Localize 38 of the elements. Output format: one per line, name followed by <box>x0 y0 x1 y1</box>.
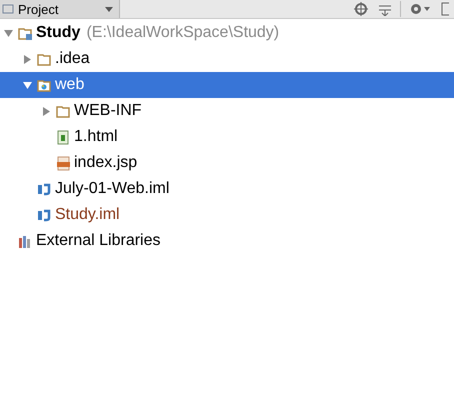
item-label: index.jsp <box>74 154 138 172</box>
folder-icon <box>56 104 71 118</box>
tree-item[interactable]: Study.iml <box>0 202 454 228</box>
expanded-arrow-icon[interactable] <box>4 28 12 38</box>
item-label: Study.iml <box>55 206 120 224</box>
html-file-icon <box>56 130 71 144</box>
crosshair-icon[interactable] <box>354 2 368 16</box>
item-label: 1.html <box>74 128 118 146</box>
gear-icon[interactable] <box>409 2 431 16</box>
hide-icon[interactable] <box>441 2 449 16</box>
caret-icon <box>105 6 113 12</box>
module-file-icon <box>37 182 52 196</box>
collapsed-arrow-icon[interactable] <box>22 54 32 64</box>
module-file-icon <box>37 208 52 222</box>
tree-item[interactable]: July-01-Web.iml <box>0 176 454 202</box>
books-icon <box>18 234 33 248</box>
project-icon <box>2 4 14 14</box>
path-hint: (E:\IdealWorkSpace\Study) <box>86 24 280 42</box>
item-label: .idea <box>55 50 90 68</box>
view-dropdown[interactable]: Project <box>0 0 120 18</box>
tree-item[interactable]: web <box>0 72 454 98</box>
tree-item[interactable]: WEB-INF <box>0 98 454 124</box>
item-label: web <box>55 76 84 94</box>
item-label: July-01-Web.iml <box>55 180 170 198</box>
item-label: External Libraries <box>36 232 160 250</box>
module-folder-icon <box>18 26 33 40</box>
tree-item[interactable]: External Libraries <box>0 228 454 254</box>
tree-item[interactable]: Study (E:\IdealWorkSpace\Study) <box>0 20 454 46</box>
tree-item[interactable]: 1.html <box>0 124 454 150</box>
expanded-arrow-icon[interactable] <box>22 80 32 90</box>
collapsed-arrow-icon[interactable] <box>42 106 50 116</box>
tree-item[interactable]: .idea <box>0 46 454 72</box>
web-folder-icon <box>37 78 52 92</box>
item-label: Study <box>36 24 80 42</box>
tree-item[interactable]: index.jsp <box>0 150 454 176</box>
folder-icon <box>37 52 52 66</box>
item-label: WEB-INF <box>74 102 142 120</box>
jsp-file-icon <box>56 156 71 170</box>
